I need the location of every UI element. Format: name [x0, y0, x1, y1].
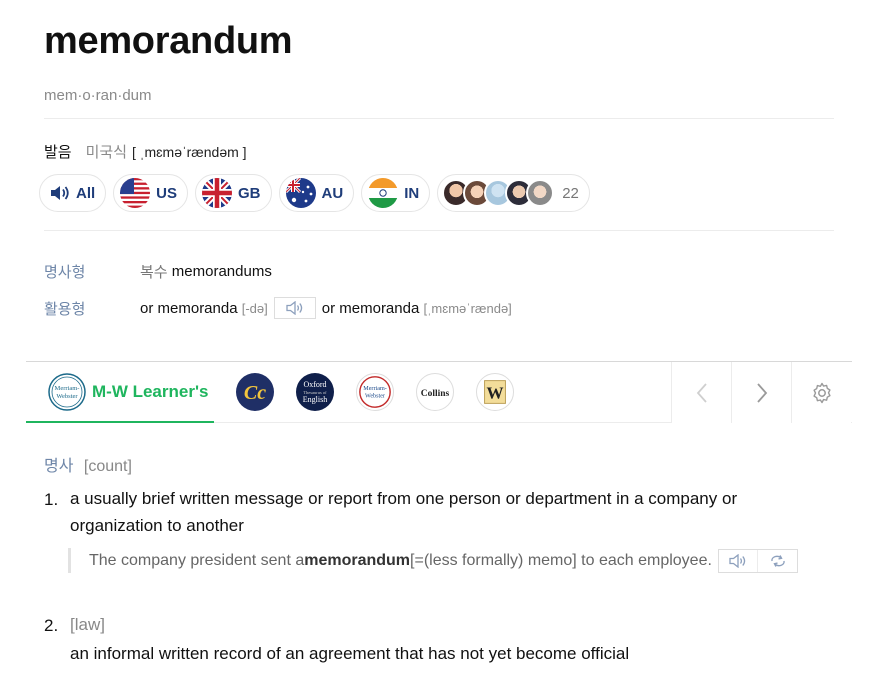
- us-flag-icon: [120, 178, 151, 208]
- gb-flag-icon: [202, 178, 233, 208]
- usage-label: [law]: [70, 615, 105, 634]
- headword: memorandum: [44, 20, 293, 62]
- accent-in-button[interactable]: IN: [361, 174, 431, 212]
- accent-us-button[interactable]: US: [113, 174, 189, 212]
- play-audio-button[interactable]: [273, 297, 316, 319]
- accent-label: All: [76, 184, 96, 202]
- chevron-left-icon: [696, 382, 707, 403]
- alt-pronunciation: [-də]: [241, 300, 268, 316]
- example-pre: The company president sent a: [89, 551, 305, 569]
- example-sentence: The company president sent a memorandum …: [68, 548, 798, 573]
- collins-icon[interactable]: Collins: [416, 373, 455, 411]
- chevron-right-icon: [756, 382, 767, 403]
- svg-text:Webster: Webster: [365, 394, 385, 400]
- svg-text:Merriam-: Merriam-: [364, 386, 388, 392]
- divider: [44, 230, 834, 231]
- active-dictionary-name: M-W Learner's: [92, 381, 209, 401]
- repeat-icon: [770, 554, 785, 567]
- svg-text:W: W: [487, 384, 504, 403]
- accent-label: GB: [238, 184, 261, 202]
- ipa-text: [ ˌmɛməˈrændəm ]: [132, 143, 247, 160]
- alt-prefix: or: [321, 299, 336, 317]
- dictionary-source-bar: Merriam- Webster M-W Learner's Cc Oxford…: [26, 361, 852, 423]
- plural-label: 복수: [140, 264, 168, 281]
- repeat-example-button[interactable]: [757, 549, 797, 572]
- user-recordings-button[interactable]: 22: [437, 174, 590, 212]
- noun-form-row: 명사형 복수 memorandums: [44, 261, 272, 282]
- alt-pronunciation: [ˌmɛməˈrændə]: [423, 300, 512, 316]
- in-flag-icon: [368, 178, 399, 208]
- merriam-webster-icon[interactable]: Merriam- Webster: [356, 373, 395, 411]
- recording-count: 22: [562, 184, 579, 202]
- accent-label: US: [156, 184, 178, 202]
- accent-au-button[interactable]: AU: [278, 174, 355, 212]
- divider: [44, 118, 834, 119]
- svg-text:English: English: [303, 395, 327, 404]
- syllable-breakdown: mem·o·ran·dum: [44, 87, 152, 104]
- accent-label: IN: [404, 184, 420, 202]
- prev-dictionary-button[interactable]: [671, 362, 731, 423]
- part-of-speech: 명사 [count]: [44, 452, 132, 476]
- cobuild-icon[interactable]: Cc: [236, 373, 275, 411]
- speaker-icon: [729, 553, 746, 568]
- example-post: [=(less formally) memo] to each employee…: [410, 551, 712, 569]
- accent-selector: All US GB AU IN 22: [39, 174, 590, 212]
- svg-text:Oxford: Oxford: [304, 380, 327, 389]
- alt-form[interactable]: memoranda: [339, 300, 419, 317]
- plural-form[interactable]: memorandums: [172, 263, 272, 280]
- accent-all-button[interactable]: All: [39, 174, 107, 212]
- accent-gb-button[interactable]: GB: [195, 174, 272, 212]
- pronunciation-row: 발음 미국식 [ ˌmɛməˈrændəm ]: [44, 141, 247, 162]
- au-flag-icon: [285, 178, 316, 208]
- speaker-icon: [51, 186, 69, 200]
- speaker-icon: [286, 301, 302, 315]
- sense-definition: a usually brief written message or repor…: [70, 489, 738, 535]
- sense-number: 2.: [44, 616, 59, 635]
- wordnet-icon[interactable]: W: [476, 373, 515, 411]
- play-example-button[interactable]: [719, 550, 758, 572]
- sense-number: 1.: [44, 490, 59, 509]
- alt-prefix: or: [140, 299, 154, 317]
- noun-form-label: 명사형: [44, 264, 86, 281]
- inflection-label: 활용형: [44, 300, 86, 318]
- dictionary-settings-button[interactable]: [791, 362, 851, 423]
- avatar-group: [442, 179, 555, 207]
- svg-text:Cc: Cc: [244, 382, 266, 404]
- dialect-label: 미국식: [85, 144, 128, 161]
- example-tools: [717, 548, 798, 573]
- gear-icon: [812, 382, 831, 403]
- pronunciation-label: 발음: [44, 144, 72, 161]
- svg-text:Webster: Webster: [56, 393, 78, 400]
- svg-text:Merriam-: Merriam-: [55, 385, 80, 392]
- svg-text:Collins: Collins: [421, 389, 450, 399]
- alt-form[interactable]: memoranda: [158, 300, 238, 317]
- accent-label: AU: [321, 184, 344, 202]
- next-dictionary-button[interactable]: [731, 362, 791, 423]
- example-highlight: memorandum: [304, 551, 411, 569]
- merriam-webster-logo-icon: Merriam- Webster: [48, 372, 86, 411]
- sense-definition: an informal written record of an agreeme…: [70, 644, 630, 663]
- oxford-icon[interactable]: Oxford Thesaurus of English: [296, 373, 335, 411]
- inflection-row: 활용형 or memoranda [-də] or memoranda [ˌmɛ…: [44, 297, 512, 319]
- pos-label: 명사: [44, 458, 74, 475]
- avatar: [526, 179, 555, 207]
- countability-label: [count]: [83, 458, 132, 475]
- tab-mw-learners[interactable]: Merriam- Webster M-W Learner's: [26, 363, 215, 423]
